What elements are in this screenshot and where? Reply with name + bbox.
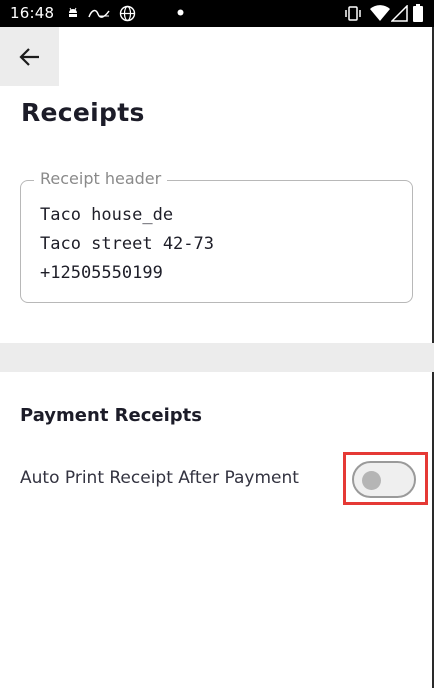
back-button[interactable] [0,27,59,86]
toggle-knob [362,471,381,490]
battery-icon [413,4,423,22]
receipt-header-label: Receipt header [34,169,168,188]
android-icon [69,7,77,17]
section-divider [0,343,434,372]
status-time: 16:48 [10,4,55,22]
arrow-left-icon [18,47,39,66]
receipt-header-value[interactable]: Taco house_de Taco street 42-73 +1250555… [40,201,214,288]
auto-print-toggle[interactable] [352,461,416,498]
vibrate-icon [345,6,361,21]
wifi-icon [370,5,390,21]
signal-icon [391,5,408,22]
page-title: Receipts [21,98,145,127]
receipt-header-field[interactable]: Receipt header Taco house_de Taco street… [20,169,413,303]
wallet-icon [88,9,110,18]
globe-icon [119,5,136,22]
auto-print-label: Auto Print Receipt After Payment [20,468,299,488]
status-bar: 16:48 [0,0,434,27]
payment-receipts-title: Payment Receipts [20,405,203,426]
dot-icon [177,9,184,16]
